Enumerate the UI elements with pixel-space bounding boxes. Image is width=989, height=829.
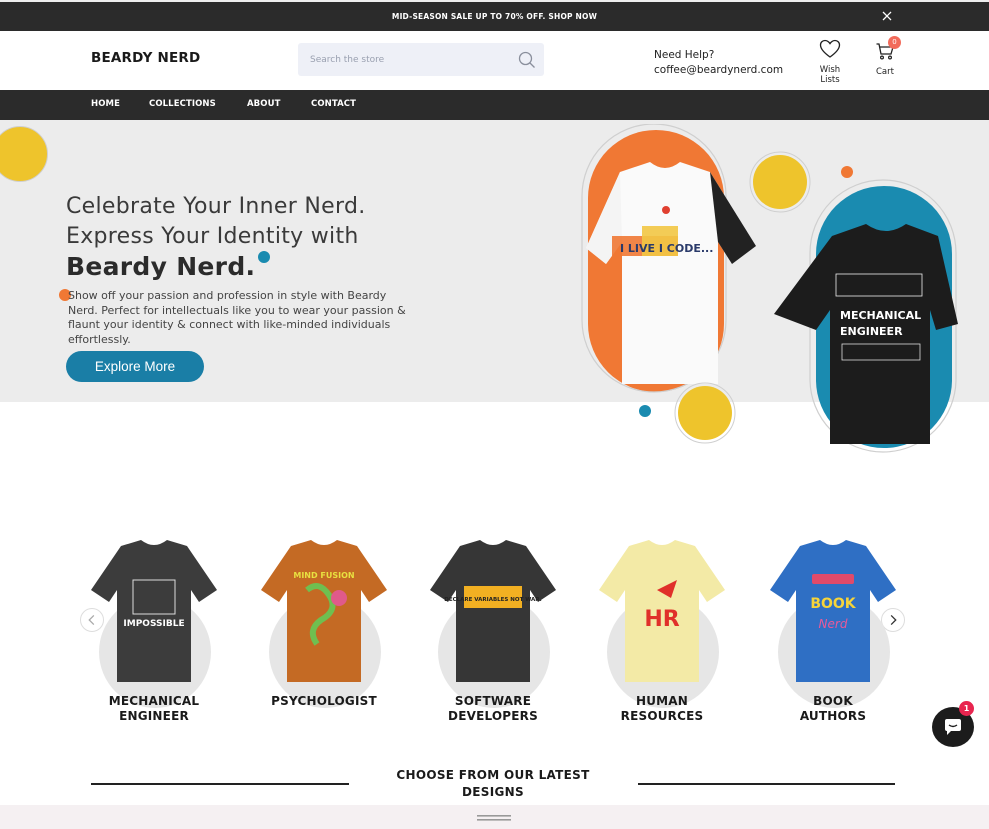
heart-icon	[819, 39, 841, 58]
latest-designs-heading: CHOOSE FROM OUR LATEST DESIGNS	[380, 767, 606, 801]
drag-handle-icon[interactable]	[477, 815, 511, 821]
decor-circle	[0, 126, 48, 182]
category-label-line-1: MECHANICAL	[108, 694, 200, 708]
latest-title-line-2: DESIGNS	[462, 785, 524, 799]
wishlist-label-1: Wish	[819, 65, 841, 75]
divider-line	[638, 783, 895, 785]
latest-title-line-1: CHOOSE FROM OUR LATEST	[396, 768, 590, 782]
hero-shirt-2-text-2: ENGINEER	[840, 325, 903, 338]
wishlist-button[interactable]: Wish Lists	[815, 39, 845, 85]
svg-text:Nerd: Nerd	[819, 617, 848, 631]
category-label: HUMAN RESOURCES	[587, 694, 737, 724]
explore-more-button[interactable]: Explore More	[66, 351, 204, 382]
category-label-line-2: ENGINEER	[119, 709, 189, 723]
category-label-line-1: PSYCHOLOGIST	[271, 694, 377, 708]
chat-icon	[945, 719, 961, 735]
tshirt-image: BOOK Nerd	[770, 540, 896, 682]
bottom-drawer	[0, 805, 989, 829]
category-print-text: MIND FUSION	[293, 571, 354, 580]
hero-description: Show off your passion and profession in …	[68, 289, 406, 346]
announcement-bar: MID-SEASON SALE UP TO 70% OFF. SHOP NOW	[0, 0, 989, 31]
logo[interactable]: BEARDY NERD	[91, 50, 200, 66]
cart-button[interactable]: 0 Cart	[870, 36, 901, 77]
search-bar	[298, 43, 544, 76]
category-label-line-2: RESOURCES	[620, 709, 704, 723]
main-nav: HOME COLLECTIONS ABOUT CONTACT	[0, 90, 989, 120]
tshirt-image: MIND FUSION	[261, 540, 387, 682]
hero-shirts-image: I LIVE I CODE... MECHANICAL ENGINEER	[581, 124, 958, 453]
category-label-line-2: DEVELOPERS	[448, 709, 538, 723]
chat-badge: 1	[959, 701, 974, 716]
category-label: MECHANICAL ENGINEER	[79, 694, 229, 724]
tshirt-image: HR	[599, 540, 725, 682]
hero-shirt-1-text: I LIVE I CODE...	[620, 242, 713, 255]
cart-label: Cart	[876, 67, 894, 77]
hero-title-line-2: Express Your Identity with	[66, 224, 359, 249]
nav-item-collections[interactable]: COLLECTIONS	[149, 99, 216, 109]
help-title: Need Help?	[654, 49, 715, 61]
category-label: SOFTWARE DEVELOPERS	[418, 694, 568, 724]
hero-banner: Celebrate Your Inner Nerd. Express Your …	[0, 120, 989, 453]
category-print-text: IMPOSSIBLE	[123, 619, 184, 629]
close-icon[interactable]	[881, 10, 893, 22]
search-icon[interactable]	[518, 51, 536, 69]
search-input[interactable]	[298, 43, 508, 76]
help-info: Need Help? coffee@beardynerd.com	[654, 48, 783, 78]
header: BEARDY NERD Need Help? coffee@beardynerd…	[0, 31, 989, 90]
cart-count-badge: 0	[888, 36, 901, 49]
nav-item-home[interactable]: HOME	[91, 99, 120, 109]
hero-shirt-2-text-1: MECHANICAL	[840, 309, 921, 322]
wishlist-label-2: Lists	[820, 75, 840, 85]
category-label-line-1: HUMAN	[635, 694, 689, 708]
category-label-line-2: AUTHORS	[799, 709, 867, 723]
chat-button[interactable]: 1	[932, 701, 974, 747]
nav-item-about[interactable]: ABOUT	[247, 99, 280, 109]
tshirt-image: DECLARE VARIABLES NOT WAR.	[430, 540, 556, 682]
nav-item-contact[interactable]: CONTACT	[311, 99, 356, 109]
hero-title-line-3: Beardy Nerd.	[66, 252, 256, 281]
category-label: PSYCHOLOGIST	[249, 694, 399, 709]
help-email[interactable]: coffee@beardynerd.com	[654, 63, 783, 78]
category-print-text: DECLARE VARIABLES NOT WAR.	[444, 597, 541, 603]
category-print-text: BOOK	[810, 596, 856, 612]
divider-line	[91, 783, 349, 785]
category-label: BOOK AUTHORS	[758, 694, 908, 724]
category-label-line-1: SOFTWARE	[454, 694, 532, 708]
hero-title-line-1: Celebrate Your Inner Nerd.	[66, 194, 366, 219]
category-label-line-1: BOOK	[813, 694, 853, 708]
tshirt-image: IMPOSSIBLE	[91, 540, 217, 682]
announcement-text[interactable]: MID-SEASON SALE UP TO 70% OFF. SHOP NOW	[0, 12, 989, 21]
page: MID-SEASON SALE UP TO 70% OFF. SHOP NOW …	[0, 0, 989, 829]
hero-title: Celebrate Your Inner Nerd. Express Your …	[66, 192, 366, 282]
category-print-text: HR	[644, 607, 679, 632]
